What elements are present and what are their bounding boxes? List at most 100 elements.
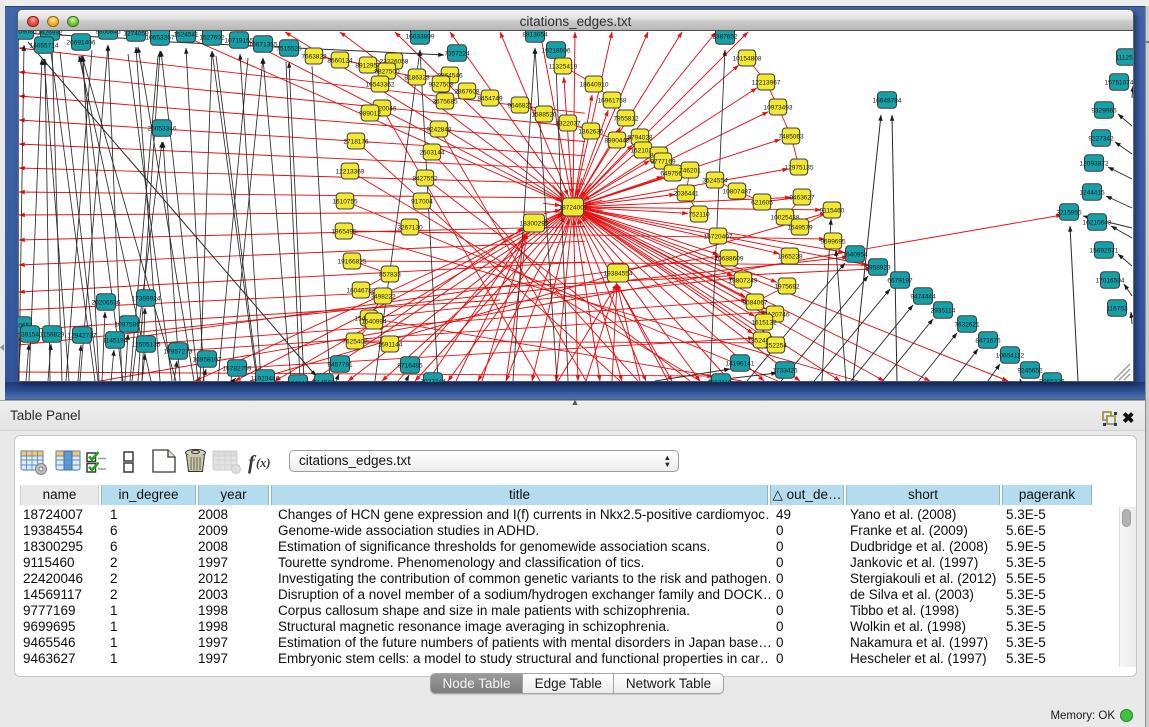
svg-text:9245652: 9245652	[1017, 367, 1043, 374]
svg-text:1244415: 1244415	[1079, 189, 1105, 196]
svg-text:9474444: 9474444	[910, 293, 936, 300]
svg-text:7625402: 7625402	[342, 338, 368, 345]
svg-text:7663822: 7663822	[301, 53, 327, 60]
svg-text:1156829: 1156829	[40, 331, 65, 338]
svg-text:15692971: 15692971	[1090, 247, 1119, 254]
svg-text:1362635: 1362635	[578, 128, 604, 135]
svg-text:3498222: 3498222	[370, 293, 396, 300]
svg-text:20206536: 20206536	[92, 299, 121, 306]
svg-text:9646821: 9646821	[507, 102, 533, 109]
svg-text:116753: 116753	[1106, 305, 1128, 312]
svg-text:3215955: 3215955	[1056, 209, 1082, 216]
svg-text:19384554: 19384554	[604, 270, 633, 277]
svg-text:10958107: 10958107	[193, 356, 222, 363]
svg-text:997217: 997217	[287, 380, 309, 382]
svg-text:8660124: 8660124	[327, 57, 353, 64]
svg-text:2036441: 2036441	[673, 190, 699, 197]
svg-text:111254: 111254	[1116, 54, 1133, 61]
svg-text:1691144: 1691144	[378, 341, 403, 348]
svg-text:8186323: 8186323	[404, 74, 430, 81]
svg-text:16648784: 16648784	[873, 97, 902, 104]
svg-text:8990440: 8990440	[604, 137, 630, 144]
svg-text:9457791: 9457791	[327, 361, 353, 368]
svg-text:1965228: 1965228	[777, 253, 803, 260]
svg-text:9463627: 9463627	[789, 194, 815, 201]
svg-text:17016504: 17016504	[1096, 277, 1125, 284]
svg-text:8322037: 8322037	[555, 120, 581, 127]
svg-text:16543362: 16543362	[366, 81, 395, 88]
svg-text:12505135: 12505135	[132, 341, 161, 348]
svg-text:14055714: 14055714	[30, 42, 59, 49]
svg-text:1640954: 1640954	[842, 251, 868, 258]
svg-text:621605: 621605	[751, 199, 773, 206]
svg-text:9227342: 9227342	[1088, 135, 1114, 142]
svg-text:39154: 39154	[21, 331, 39, 338]
svg-text:1549579: 1549579	[787, 224, 813, 231]
svg-text:1615132: 1615132	[751, 319, 777, 326]
svg-text:14196141: 14196141	[726, 360, 755, 367]
svg-text:857833: 857833	[379, 271, 401, 278]
svg-text:16782759: 16782759	[223, 365, 252, 372]
svg-text:8454749: 8454749	[477, 95, 503, 102]
svg-text:752110: 752110	[688, 211, 710, 218]
svg-text:2059080: 2059080	[18, 31, 37, 35]
svg-text:16961758: 16961758	[598, 97, 627, 104]
svg-text:1975692: 1975692	[774, 283, 800, 290]
svg-text:10975867: 10975867	[115, 321, 144, 328]
svg-text:10210643: 10210643	[1083, 219, 1112, 226]
svg-text:7515526: 7515526	[276, 45, 302, 52]
svg-text:9777169: 9777169	[650, 158, 676, 165]
svg-text:11325419: 11325419	[549, 63, 578, 70]
svg-text:9115460: 9115460	[820, 207, 845, 214]
svg-text:2867608: 2867608	[454, 88, 480, 95]
svg-text:18807249: 18807249	[729, 277, 758, 284]
svg-text:19218506: 19218506	[542, 47, 571, 54]
svg-text:7485063: 7485063	[778, 133, 804, 140]
svg-text:1540994: 1540994	[361, 318, 387, 325]
svg-text:17957273: 17957273	[164, 348, 193, 355]
svg-text:1524541: 1524541	[173, 31, 199, 38]
svg-text:12093872: 12093872	[1080, 160, 1109, 167]
svg-text:12213369: 12213369	[336, 168, 365, 175]
svg-text:8427552: 8427552	[412, 175, 438, 182]
svg-text:832110: 832110	[710, 379, 732, 382]
svg-text:16033809: 16033809	[406, 33, 435, 40]
svg-text:3675685: 3675685	[432, 98, 458, 105]
svg-text:10654112: 10654112	[996, 352, 1025, 359]
svg-text:8471676: 8471676	[975, 337, 1001, 344]
svg-text:10653267: 10653267	[146, 34, 175, 41]
svg-text:19166825: 19166825	[338, 258, 367, 265]
svg-text:10973493: 10973493	[764, 104, 793, 111]
svg-text:1145194: 1145194	[103, 337, 128, 344]
svg-text:12942737: 12942737	[68, 332, 97, 339]
svg-text:18300295: 18300295	[520, 220, 549, 227]
svg-text:10807487: 10807487	[723, 188, 752, 195]
svg-text:(x): (x)	[256, 456, 271, 470]
svg-text:1610755: 1610755	[332, 198, 358, 205]
svg-text:252254: 252254	[765, 342, 787, 349]
svg-text:917004: 917004	[411, 198, 433, 205]
svg-text:18640910: 18640910	[580, 81, 609, 88]
svg-text:9827500: 9827500	[374, 68, 400, 75]
svg-text:9084067: 9084067	[742, 299, 768, 306]
svg-text:6794028: 6794028	[627, 134, 653, 141]
svg-text:7632621: 7632621	[954, 321, 980, 328]
svg-text:814560: 814560	[313, 379, 335, 382]
svg-text:3624554: 3624554	[702, 177, 728, 184]
svg-text:9699695: 9699695	[820, 238, 846, 245]
svg-text:9327508: 9327508	[428, 81, 454, 88]
svg-text:10671355: 10671355	[249, 41, 278, 48]
svg-text:2718176: 2718176	[343, 138, 369, 145]
svg-text:9716485: 9716485	[397, 362, 423, 369]
svg-text:746201: 746201	[679, 167, 701, 174]
svg-text:1626992: 1626992	[37, 31, 63, 36]
svg-text:12975135: 12975135	[785, 164, 814, 171]
svg-text:6679197: 6679197	[887, 277, 913, 284]
svg-text:15751074: 15751074	[1105, 79, 1133, 86]
svg-text:12213967: 12213967	[752, 79, 781, 86]
svg-text:9965336: 9965336	[1039, 378, 1065, 382]
svg-text:11923446: 11923446	[251, 375, 280, 382]
svg-text:7357224: 7357224	[444, 50, 470, 57]
svg-text:2603144: 2603144	[419, 149, 445, 156]
svg-text:9329966: 9329966	[1091, 107, 1117, 114]
